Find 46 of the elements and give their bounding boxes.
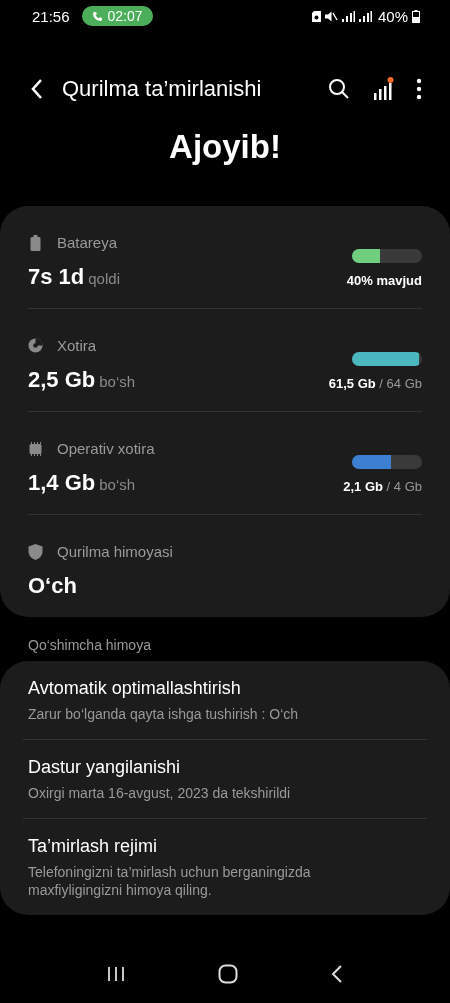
status-value: 7s 1d [28,264,85,290]
battery-icon [412,9,420,23]
shield-icon [28,543,43,560]
home-icon[interactable] [218,964,238,984]
status-unit: bo‘sh [99,373,136,390]
status-value: 2,5 Gb [28,367,96,393]
option-subtitle: Oxirgi marta 16-avgust, 2023 da tekshirildi [28,784,292,802]
option-title: Avtomatik optimallashtirish [28,678,242,699]
mute-icon [324,10,338,22]
option-item[interactable]: Dastur yangilanishi Oxirgi marta 16-avgust, 2023 da tekshirildi [28,740,422,818]
status-time: 21:56 [32,7,70,25]
section-title: Qo‘shimcha himoya [27,636,152,655]
status-label: Xotira [57,337,97,354]
battery-icon [28,234,43,251]
back-icon[interactable] [30,78,44,100]
battery-percent: 40% [377,7,408,25]
option-subtitle: Zarur bo‘lganda qayta ishga tushirish : O‘ch [28,705,300,723]
chip-icon [28,441,43,456]
call-duration: 02:07 [107,8,143,24]
search-icon[interactable] [328,78,350,100]
option-item[interactable]: Avtomatik optimallashtirish Zarur bo‘lganda qayta ishga tushirish : O‘ch [28,661,422,739]
headline: Ajoyib! [168,128,282,166]
sim-icon [311,10,321,22]
status-value: 1,4 Gb [28,470,96,496]
signal-icon [358,10,372,22]
usage-reading: 2,1 Gb / 4 Gb [343,479,422,494]
option-title: Dastur yangilanishi [28,757,182,778]
option-title: Ta’mirlash rejimi [28,836,158,857]
page-title: Qurilma ta’mirlanishi [62,76,263,102]
chart-bars-icon[interactable] [372,77,394,101]
status-label: Qurilma himoyasi [57,543,173,560]
signal-icon [341,10,355,22]
option-subtitle: Telefoningizni ta’mirlash uchun berganingizda maxfiyligingizni himoya qiling. [28,863,312,899]
usage-reading: 40% mavjud [346,273,422,288]
status-value: O‘ch [28,573,77,599]
option-item[interactable]: Ta’mirlash rejimi Telefoningizni ta’mirlash uchun berganingizda maxfiyligingizni himoya qiling. [28,819,422,915]
pie-chart-icon [28,338,43,353]
status-unit: qoldi [88,270,120,287]
usage-reading: 61,5 Gb / 64 Gb [328,376,422,391]
status-unit: bo‘sh [99,476,136,493]
status-label: Batareya [57,234,118,251]
recent-apps-icon[interactable] [106,966,125,982]
back-icon[interactable] [331,965,344,983]
phone-icon [91,10,103,22]
status-label: Operativ xotira [57,440,155,457]
more-icon[interactable] [416,78,422,100]
